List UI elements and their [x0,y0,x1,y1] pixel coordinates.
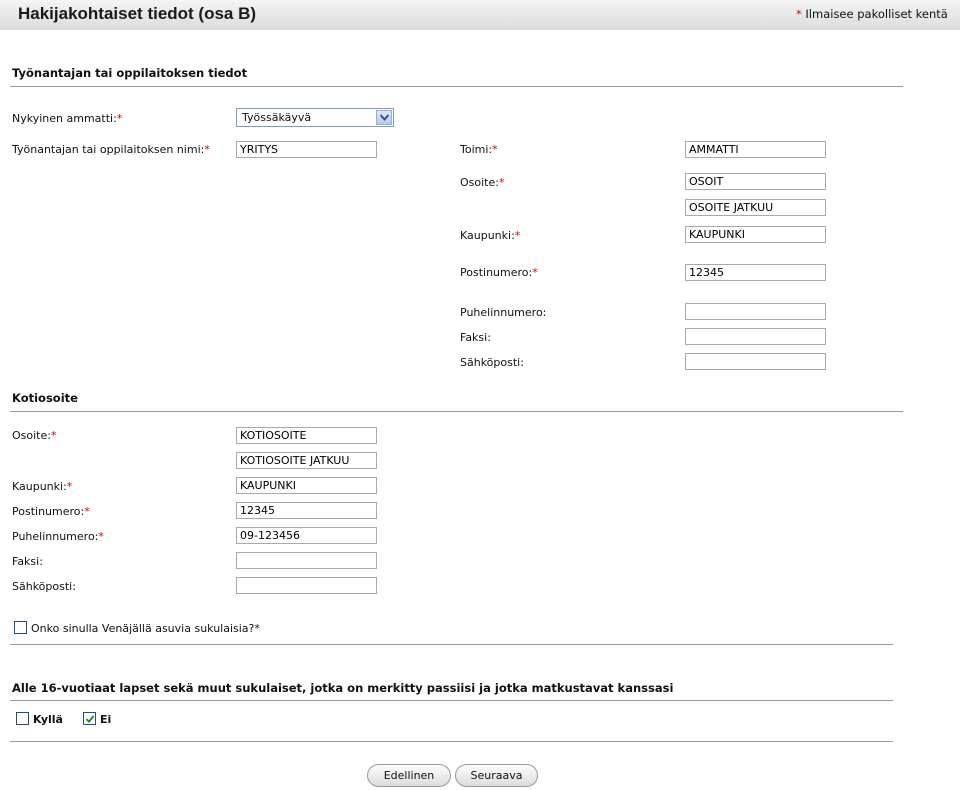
role-field[interactable] [685,141,826,158]
required-star: * [66,480,73,493]
section-divider [10,700,893,701]
employer-name-label: Työnantajan tai oppilaitoksen nimi:* [12,143,210,156]
required-star: * [492,143,498,156]
required-star: * [204,143,210,156]
section-divider [10,741,893,742]
employer-fax-field[interactable] [685,328,826,345]
required-star: * [532,266,538,279]
employer-address-label-text: Osoite: [460,176,499,189]
section-divider [10,86,903,87]
required-star: * [498,176,505,189]
employer-city-field[interactable] [685,226,826,243]
home-address2-field[interactable] [236,452,377,469]
home-postal-label-text: Postinumero: [12,505,85,518]
home-postal-label: Postinumero:* [12,505,90,518]
required-note-text: Ilmaisee pakolliset kentä [805,7,948,21]
employer-section-title: Työnantajan tai oppilaitoksen tiedot [12,66,248,80]
children-no-checkbox[interactable] [83,712,96,725]
required-star: * [84,505,90,518]
section-divider [10,411,903,412]
home-email-label: Sähköposti: [12,580,76,593]
employer-email-field[interactable] [685,353,826,370]
required-star: * [514,229,521,242]
occupation-selected-value: Työssäkäyvä [242,111,312,124]
employer-address-label: Osoite:* [460,176,504,189]
home-fax-label: Faksi: [12,555,43,568]
occupation-select[interactable]: Työssäkäyvä [236,108,394,127]
employer-city-label-text: Kaupunki: [460,229,515,242]
home-phone-field[interactable] [236,527,377,544]
required-star: * [116,112,123,125]
home-address-label-text: Osoite: [12,429,51,442]
employer-phone-label: Puhelinnumero: [460,306,547,319]
required-star: * [796,7,802,21]
chevron-down-icon[interactable] [376,110,392,125]
checkmark-icon [85,715,95,723]
home-address1-field[interactable] [236,427,377,444]
home-section-title: Kotiosoite [12,391,78,405]
section-divider [10,644,893,645]
children-no-label: Ei [100,713,112,726]
relatives-label: Onko sinulla Venäjällä asuvia sukulaisia… [31,622,260,635]
role-label-text: Toimi: [460,143,493,156]
next-button[interactable]: Seuraava [455,764,538,787]
children-yes-label: Kyllä [33,713,63,726]
previous-button[interactable]: Edellinen [367,764,451,787]
employer-phone-field[interactable] [685,303,826,320]
employer-city-label: Kaupunki:* [460,229,520,242]
employer-address2-field[interactable] [685,199,826,216]
role-label: Toimi:* [460,143,498,156]
page-title: Hakijakohtaiset tiedot (osa B) [18,4,257,23]
home-phone-label-text: Puhelinnumero: [12,530,99,543]
required-star: * [50,429,57,442]
home-fax-field[interactable] [236,552,377,569]
occupation-label-text: Nykyinen ammatti: [12,112,117,125]
employer-fax-label: Faksi: [460,331,491,344]
employer-postal-label: Postinumero:* [460,266,538,279]
employer-address1-field[interactable] [685,173,826,190]
children-yes-checkbox[interactable] [16,712,29,725]
employer-name-label-text: Työnantajan tai oppilaitoksen nimi: [12,143,205,156]
home-phone-label: Puhelinnumero:* [12,530,104,543]
occupation-label: Nykyinen ammatti:* [12,112,122,125]
home-address-label: Osoite:* [12,429,56,442]
required-fields-note: * Ilmaisee pakolliset kentä [796,7,948,21]
relatives-checkbox[interactable] [14,621,27,634]
home-city-field[interactable] [236,477,377,494]
home-postal-field[interactable] [236,502,377,519]
required-star: * [98,530,104,543]
home-email-field[interactable] [236,577,377,594]
home-city-label: Kaupunki:* [12,480,72,493]
home-city-label-text: Kaupunki: [12,480,67,493]
children-section-title: Alle 16-vuotiaat lapset sekä muut sukula… [12,681,674,695]
employer-postal-label-text: Postinumero: [460,266,533,279]
employer-postal-field[interactable] [685,264,826,281]
employer-name-field[interactable] [236,141,377,158]
employer-email-label: Sähköposti: [460,356,524,369]
